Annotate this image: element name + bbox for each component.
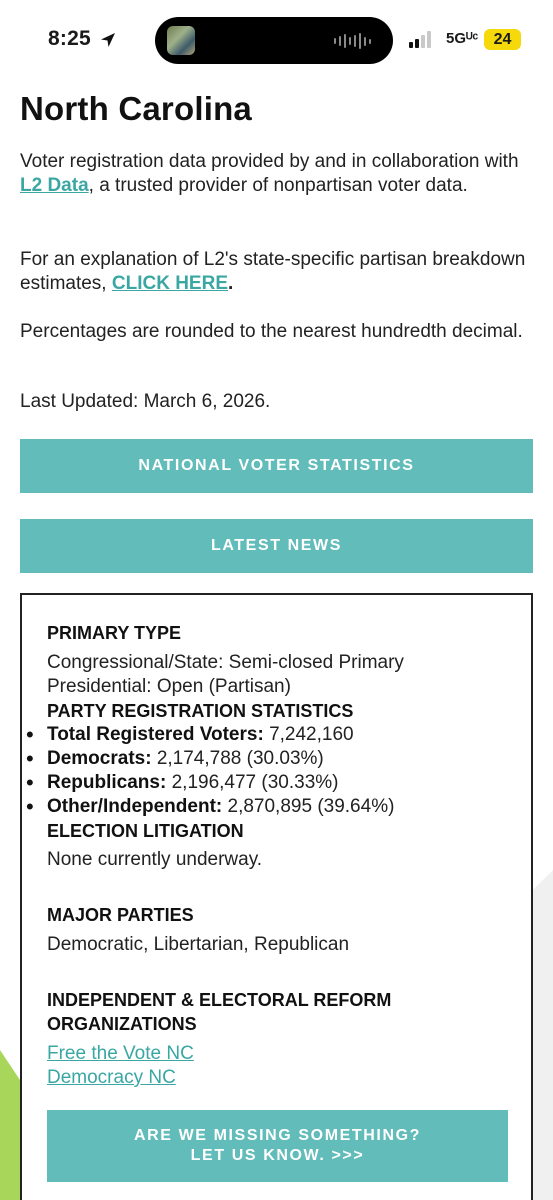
intro-text-before: Voter registration data provided by and … — [20, 151, 519, 172]
primary-type-heading: PRIMARY TYPE — [47, 623, 182, 643]
missing-line-1: ARE WE MISSING SOMETHING? — [133, 1127, 422, 1144]
orgs-heading: INDEPENDENT & ELECTORAL REFORM ORGANIZAT… — [47, 990, 392, 1034]
now-playing-thumbnail — [167, 26, 195, 55]
litigation-text: None currently underway. — [47, 849, 263, 870]
stat-label: Total Registered Voters: — [47, 724, 264, 745]
location-arrow-icon — [101, 33, 115, 47]
stat-label: Other/Independent: — [47, 796, 223, 817]
page-title: North Carolina — [20, 90, 252, 127]
last-updated: Last Updated: March 6, 2026. — [20, 391, 271, 412]
latest-news-button[interactable]: LATEST NEWS — [20, 519, 533, 573]
stat-value: 2,174,788 (30.03%) — [156, 748, 324, 769]
explanation-paragraph: For an explanation of L2's state-specifi… — [20, 248, 532, 296]
cellular-signal-icon — [409, 30, 431, 48]
stat-value: 2,870,895 (39.64%) — [227, 796, 395, 817]
green-decoration — [0, 1050, 22, 1200]
stat-total-registered: Total Registered Voters: 7,242,160 — [24, 723, 517, 747]
click-here-link[interactable]: CLICK HERE — [112, 273, 228, 294]
intro-text-after: , a trusted provider of nonpartisan vote… — [88, 175, 468, 196]
major-parties-heading: MAJOR PARTIES — [47, 905, 194, 925]
stat-other-independent: Other/Independent: 2,870,895 (39.64%) — [24, 795, 517, 819]
intro-section: North Carolina Voter registration data p… — [20, 88, 532, 412]
stat-label: Republicans: — [47, 772, 167, 793]
party-stats-list: Total Registered Voters: 7,242,160 Democ… — [24, 723, 517, 819]
intro-paragraph: Voter registration data provided by and … — [20, 150, 532, 198]
missing-something-button[interactable]: ARE WE MISSING SOMETHING? LET US KNOW. >… — [47, 1110, 508, 1182]
status-time: 8:25 — [48, 27, 91, 50]
stat-republicans: Republicans: 2,196,477 (30.33%) — [24, 771, 517, 795]
grey-decoration — [533, 870, 553, 1200]
stat-value: 7,242,160 — [269, 724, 354, 745]
status-bar: 8:25 5Gᵁᶜ 24 — [0, 0, 553, 82]
org-link-democracy-nc[interactable]: Democracy NC — [47, 1066, 517, 1090]
primary-congressional: Congressional/State: Semi-closed Primary — [47, 652, 404, 673]
rounding-note: Percentages are rounded to the nearest h… — [20, 321, 523, 342]
stat-value: 2,196,477 (30.33%) — [171, 772, 339, 793]
national-voter-statistics-button[interactable]: NATIONAL VOTER STATISTICS — [20, 439, 533, 493]
dynamic-island[interactable] — [155, 17, 393, 64]
major-parties-text: Democratic, Libertarian, Republican — [47, 934, 350, 955]
litigation-heading: ELECTION LITIGATION — [47, 821, 244, 841]
explanation-period: . — [228, 273, 234, 294]
stat-label: Democrats: — [47, 748, 152, 769]
primary-presidential: Presidential: Open (Partisan) — [47, 676, 291, 697]
audio-waveform-icon — [334, 33, 371, 49]
state-info-content: PRIMARY TYPE Congressional/State: Semi-c… — [26, 621, 517, 1090]
network-type: 5Gᵁᶜ — [446, 30, 479, 47]
battery-indicator: 24 — [484, 29, 521, 50]
stat-democrats: Democrats: 2,174,788 (30.03%) — [24, 747, 517, 771]
missing-line-2: LET US KNOW. >>> — [190, 1147, 365, 1164]
org-link-free-the-vote[interactable]: Free the Vote NC — [47, 1042, 517, 1066]
l2-data-link[interactable]: L2 Data — [20, 175, 89, 196]
state-info-card: PRIMARY TYPE Congressional/State: Semi-c… — [20, 593, 533, 1200]
explanation-text: For an explanation of L2's state-specifi… — [20, 249, 526, 294]
party-stats-heading: PARTY REGISTRATION STATISTICS — [47, 701, 354, 721]
